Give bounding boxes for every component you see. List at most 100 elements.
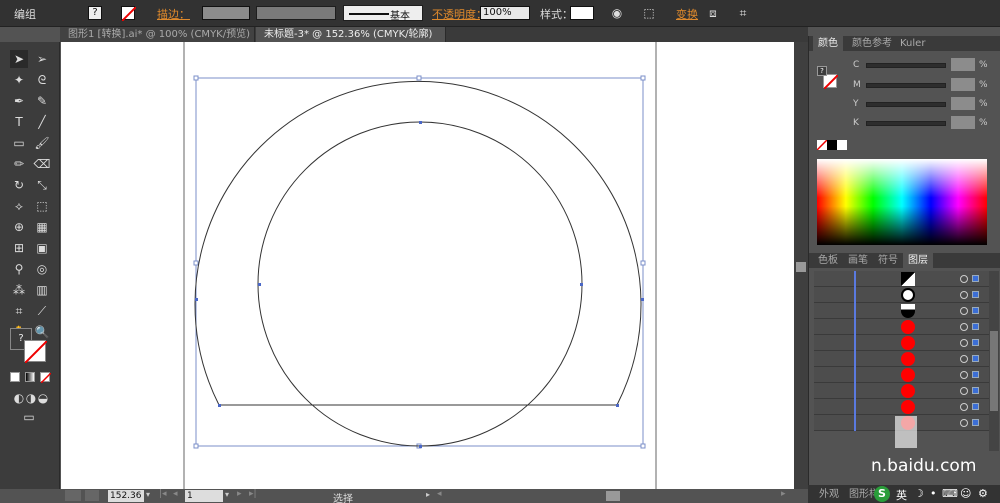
channel-m-field[interactable] <box>951 78 975 91</box>
curvature-tool-icon[interactable]: ✎ <box>33 92 51 110</box>
tools-icon[interactable]: ⚙ <box>978 487 988 500</box>
channel-k-slider[interactable] <box>866 121 946 126</box>
eyedropper-icon[interactable]: ⚲ <box>10 260 28 278</box>
transform-label[interactable]: 变换 <box>676 6 698 22</box>
ime-language[interactable]: 英 <box>896 487 907 503</box>
layer-row[interactable] <box>814 399 989 415</box>
black-quick-swatch[interactable] <box>827 140 837 150</box>
target-icon[interactable] <box>960 291 968 299</box>
envelope-icon[interactable]: ⌗ <box>734 4 752 22</box>
selection-indicator-icon[interactable] <box>972 307 979 314</box>
horizontal-scroll-thumb[interactable] <box>606 491 620 501</box>
type-tool-icon[interactable]: T <box>10 113 28 131</box>
target-icon[interactable] <box>960 323 968 331</box>
canvas[interactable] <box>61 42 794 489</box>
selection-indicator-icon[interactable] <box>972 403 979 410</box>
first-page-icon[interactable]: |◂ <box>159 489 167 499</box>
target-icon[interactable] <box>960 355 968 363</box>
eraser-icon[interactable]: ⌫ <box>33 155 51 173</box>
layers-scrollbar[interactable] <box>989 271 999 451</box>
selection-indicator-icon[interactable] <box>972 387 979 394</box>
target-icon[interactable] <box>960 307 968 315</box>
stroke-label[interactable]: 描边： <box>157 6 190 22</box>
variable-width-select[interactable] <box>256 6 336 20</box>
page-dropdown-icon[interactable]: ▾ <box>225 490 229 499</box>
page-field[interactable]: 1 <box>185 490 223 502</box>
screen-mode-icon[interactable]: ▭ <box>20 408 38 426</box>
punctuation-icon[interactable]: • <box>930 487 937 500</box>
hscroll-right-icon[interactable]: ▸ <box>781 489 786 499</box>
blend-tool-icon[interactable]: ◎ <box>33 260 51 278</box>
tab-layers[interactable]: 图层 <box>903 253 933 268</box>
align-icon[interactable]: ⬚ <box>640 4 658 22</box>
tab-document-1[interactable]: 图形1 [转换].ai* @ 100% (CMYK/预览) <box>60 27 255 42</box>
direct-selection-tool-icon[interactable]: ➢ <box>33 50 51 68</box>
vertical-scrollbar[interactable] <box>794 42 808 489</box>
selection-tool-icon[interactable]: ➤ <box>10 50 28 68</box>
layer-row[interactable] <box>814 303 989 319</box>
sogou-logo-icon[interactable]: S <box>874 486 890 502</box>
shape-builder-icon[interactable]: ⊕ <box>10 218 28 236</box>
none-quick-swatch[interactable] <box>816 139 828 151</box>
channel-k-field[interactable] <box>951 116 975 129</box>
recolor-icon[interactable]: ◉ <box>608 4 626 22</box>
layer-row[interactable] <box>814 319 989 335</box>
channel-c-slider[interactable] <box>866 63 946 68</box>
layer-row[interactable] <box>814 287 989 303</box>
pencil-icon[interactable]: ✏ <box>10 155 28 173</box>
target-icon[interactable] <box>960 403 968 411</box>
brush-select[interactable]: 基本 <box>343 5 423 22</box>
fill-swatch[interactable]: ? <box>88 6 102 20</box>
target-icon[interactable] <box>960 339 968 347</box>
tab-kuler[interactable]: Kuler <box>895 36 930 51</box>
color-fill-swatch[interactable]: ? <box>817 66 827 76</box>
isolate-icon[interactable]: ⧈ <box>704 4 722 22</box>
gradient-tool-icon[interactable]: ▣ <box>33 239 51 257</box>
draw-inside-icon[interactable]: ◒ <box>34 389 52 407</box>
style-swatch[interactable] <box>570 6 594 20</box>
last-page-icon[interactable]: ▸| <box>249 489 257 499</box>
layers-scroll-thumb[interactable] <box>990 331 998 411</box>
zoom-tool-icon[interactable]: 🔍 <box>33 323 51 341</box>
symbol-sprayer-icon[interactable]: ⁂ <box>10 281 28 299</box>
selection-indicator-icon[interactable] <box>972 355 979 362</box>
scale-tool-icon[interactable]: ⤡ <box>33 176 51 194</box>
opacity-field[interactable]: 100% <box>480 6 530 20</box>
slice-tool-icon[interactable]: ⟋ <box>33 302 51 320</box>
layer-row[interactable] <box>814 383 989 399</box>
lasso-icon[interactable]: ᘓ <box>33 71 51 89</box>
tab-document-2[interactable]: 未标题-3* @ 152.36% (CMYK/轮廓) <box>256 27 446 42</box>
target-icon[interactable] <box>960 419 968 427</box>
none-mode-button[interactable] <box>40 372 52 384</box>
status-icon-1[interactable] <box>65 490 81 501</box>
tab-color[interactable]: 颜色 <box>813 36 843 51</box>
hscroll-left-icon[interactable]: ◂ <box>437 489 442 499</box>
layer-row[interactable] <box>814 335 989 351</box>
next-page-icon[interactable]: ▸ <box>237 489 242 499</box>
status-menu-icon[interactable]: ▸ <box>426 490 430 499</box>
channel-y-field[interactable] <box>951 97 975 110</box>
tab-color-guide[interactable]: 颜色参考 <box>847 36 897 51</box>
graph-tool-icon[interactable]: ▥ <box>33 281 51 299</box>
magic-wand-icon[interactable]: ✦ <box>10 71 28 89</box>
tab-brushes[interactable]: 画笔 <box>843 253 873 268</box>
target-icon[interactable] <box>960 387 968 395</box>
target-icon[interactable] <box>960 275 968 283</box>
artboard-tool-icon[interactable]: ⌗ <box>10 302 28 320</box>
pen-tool-icon[interactable]: ✒ <box>10 92 28 110</box>
layer-row[interactable] <box>814 271 989 287</box>
white-quick-swatch[interactable] <box>837 140 847 150</box>
tab-symbols[interactable]: 符号 <box>873 253 903 268</box>
layer-row[interactable] <box>814 351 989 367</box>
tab-swatches[interactable]: 色板 <box>813 253 843 268</box>
moon-icon[interactable]: ☽ <box>914 487 924 500</box>
rotate-tool-icon[interactable]: ↻ <box>10 176 28 194</box>
selection-indicator-icon[interactable] <box>972 275 979 282</box>
selection-indicator-icon[interactable] <box>972 371 979 378</box>
selection-indicator-icon[interactable] <box>972 291 979 298</box>
target-icon[interactable] <box>960 371 968 379</box>
zoom-dropdown-icon[interactable]: ▾ <box>146 490 150 499</box>
free-transform-icon[interactable]: ⬚ <box>33 197 51 215</box>
status-icon-2[interactable] <box>85 490 99 501</box>
stroke-indicator[interactable] <box>24 340 48 364</box>
